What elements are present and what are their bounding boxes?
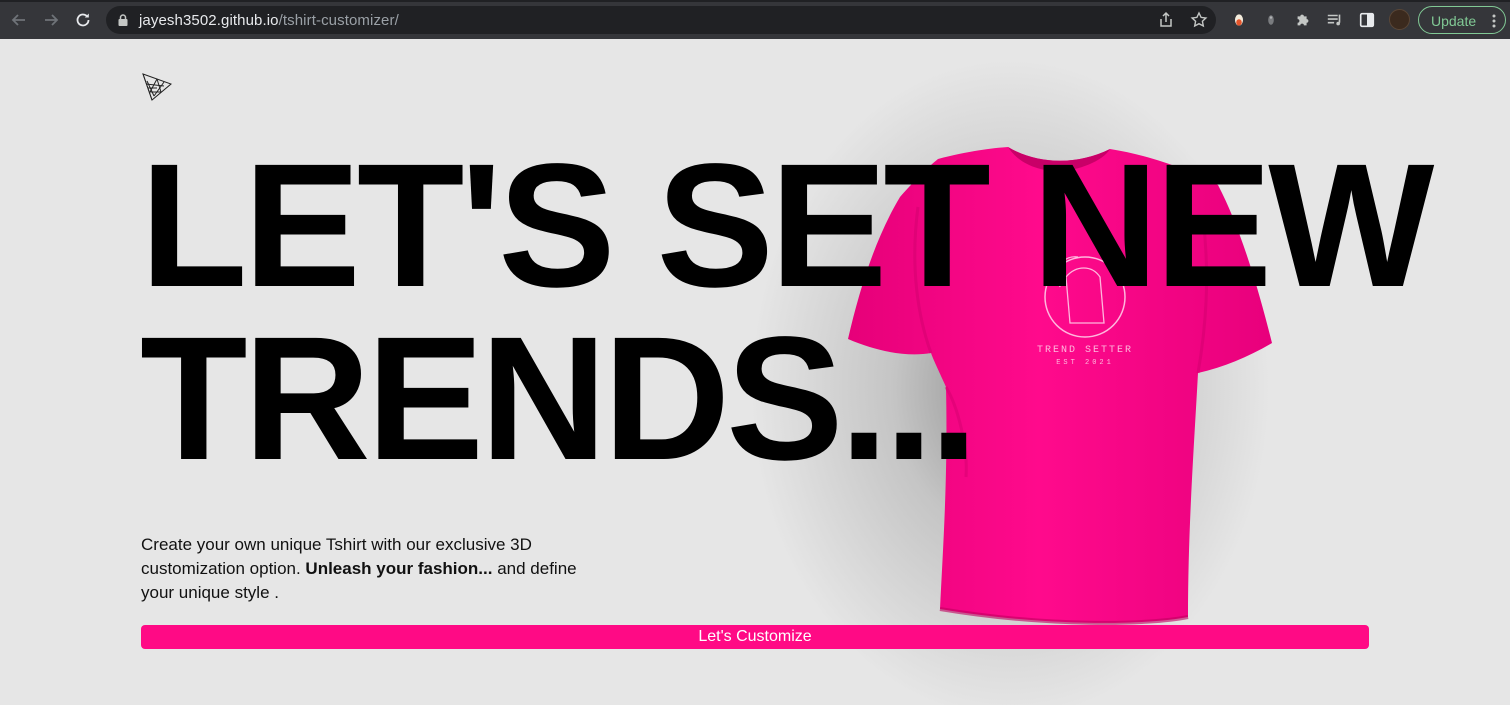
forward-icon [45,14,59,26]
extension-icon[interactable] [1229,10,1249,30]
hero-description: Create your own unique Tshirt with our e… [141,533,591,605]
media-icon[interactable] [1325,10,1345,30]
back-button[interactable] [8,9,30,31]
reload-icon [76,13,90,27]
address-bar[interactable]: jayesh3502.github.io/tshirt-customizer/ [106,6,1216,34]
hero-headline: LET'S SET NEW TRENDS... [140,128,1434,497]
back-icon [11,14,25,26]
lock-icon [118,14,128,26]
avatar[interactable] [1389,9,1410,30]
puzzle-icon[interactable] [1293,10,1313,30]
tab-strip-edge [0,0,1510,2]
browser-toolbar: jayesh3502.github.io/tshirt-customizer/ … [0,0,1510,39]
share-icon[interactable] [1157,11,1175,29]
star-icon[interactable] [1190,11,1208,29]
url-domain: jayesh3502.github.io [139,12,279,29]
sidepanel-icon[interactable] [1357,10,1377,30]
url-path: /tshirt-customizer/ [278,12,399,29]
url-text: jayesh3502.github.io/tshirt-customizer/ [139,12,399,29]
customize-button[interactable]: Let's Customize [141,625,1369,649]
logo[interactable] [142,73,172,101]
extension-icon[interactable] [1261,10,1281,30]
reload-button[interactable] [72,9,94,31]
forward-button[interactable] [40,9,62,31]
description-bold-text: Unleash your fashion... [305,559,493,578]
headline-line-2: TRENDS... [140,301,978,497]
update-button[interactable]: Update [1418,6,1506,34]
page-content: TREND SETTER EST 2021 LET'S SET NEW TREN… [0,39,1510,705]
update-label: Update [1431,13,1477,29]
menu-icon[interactable] [1492,13,1496,29]
headline-line-1: LET'S SET NEW [140,128,1434,324]
